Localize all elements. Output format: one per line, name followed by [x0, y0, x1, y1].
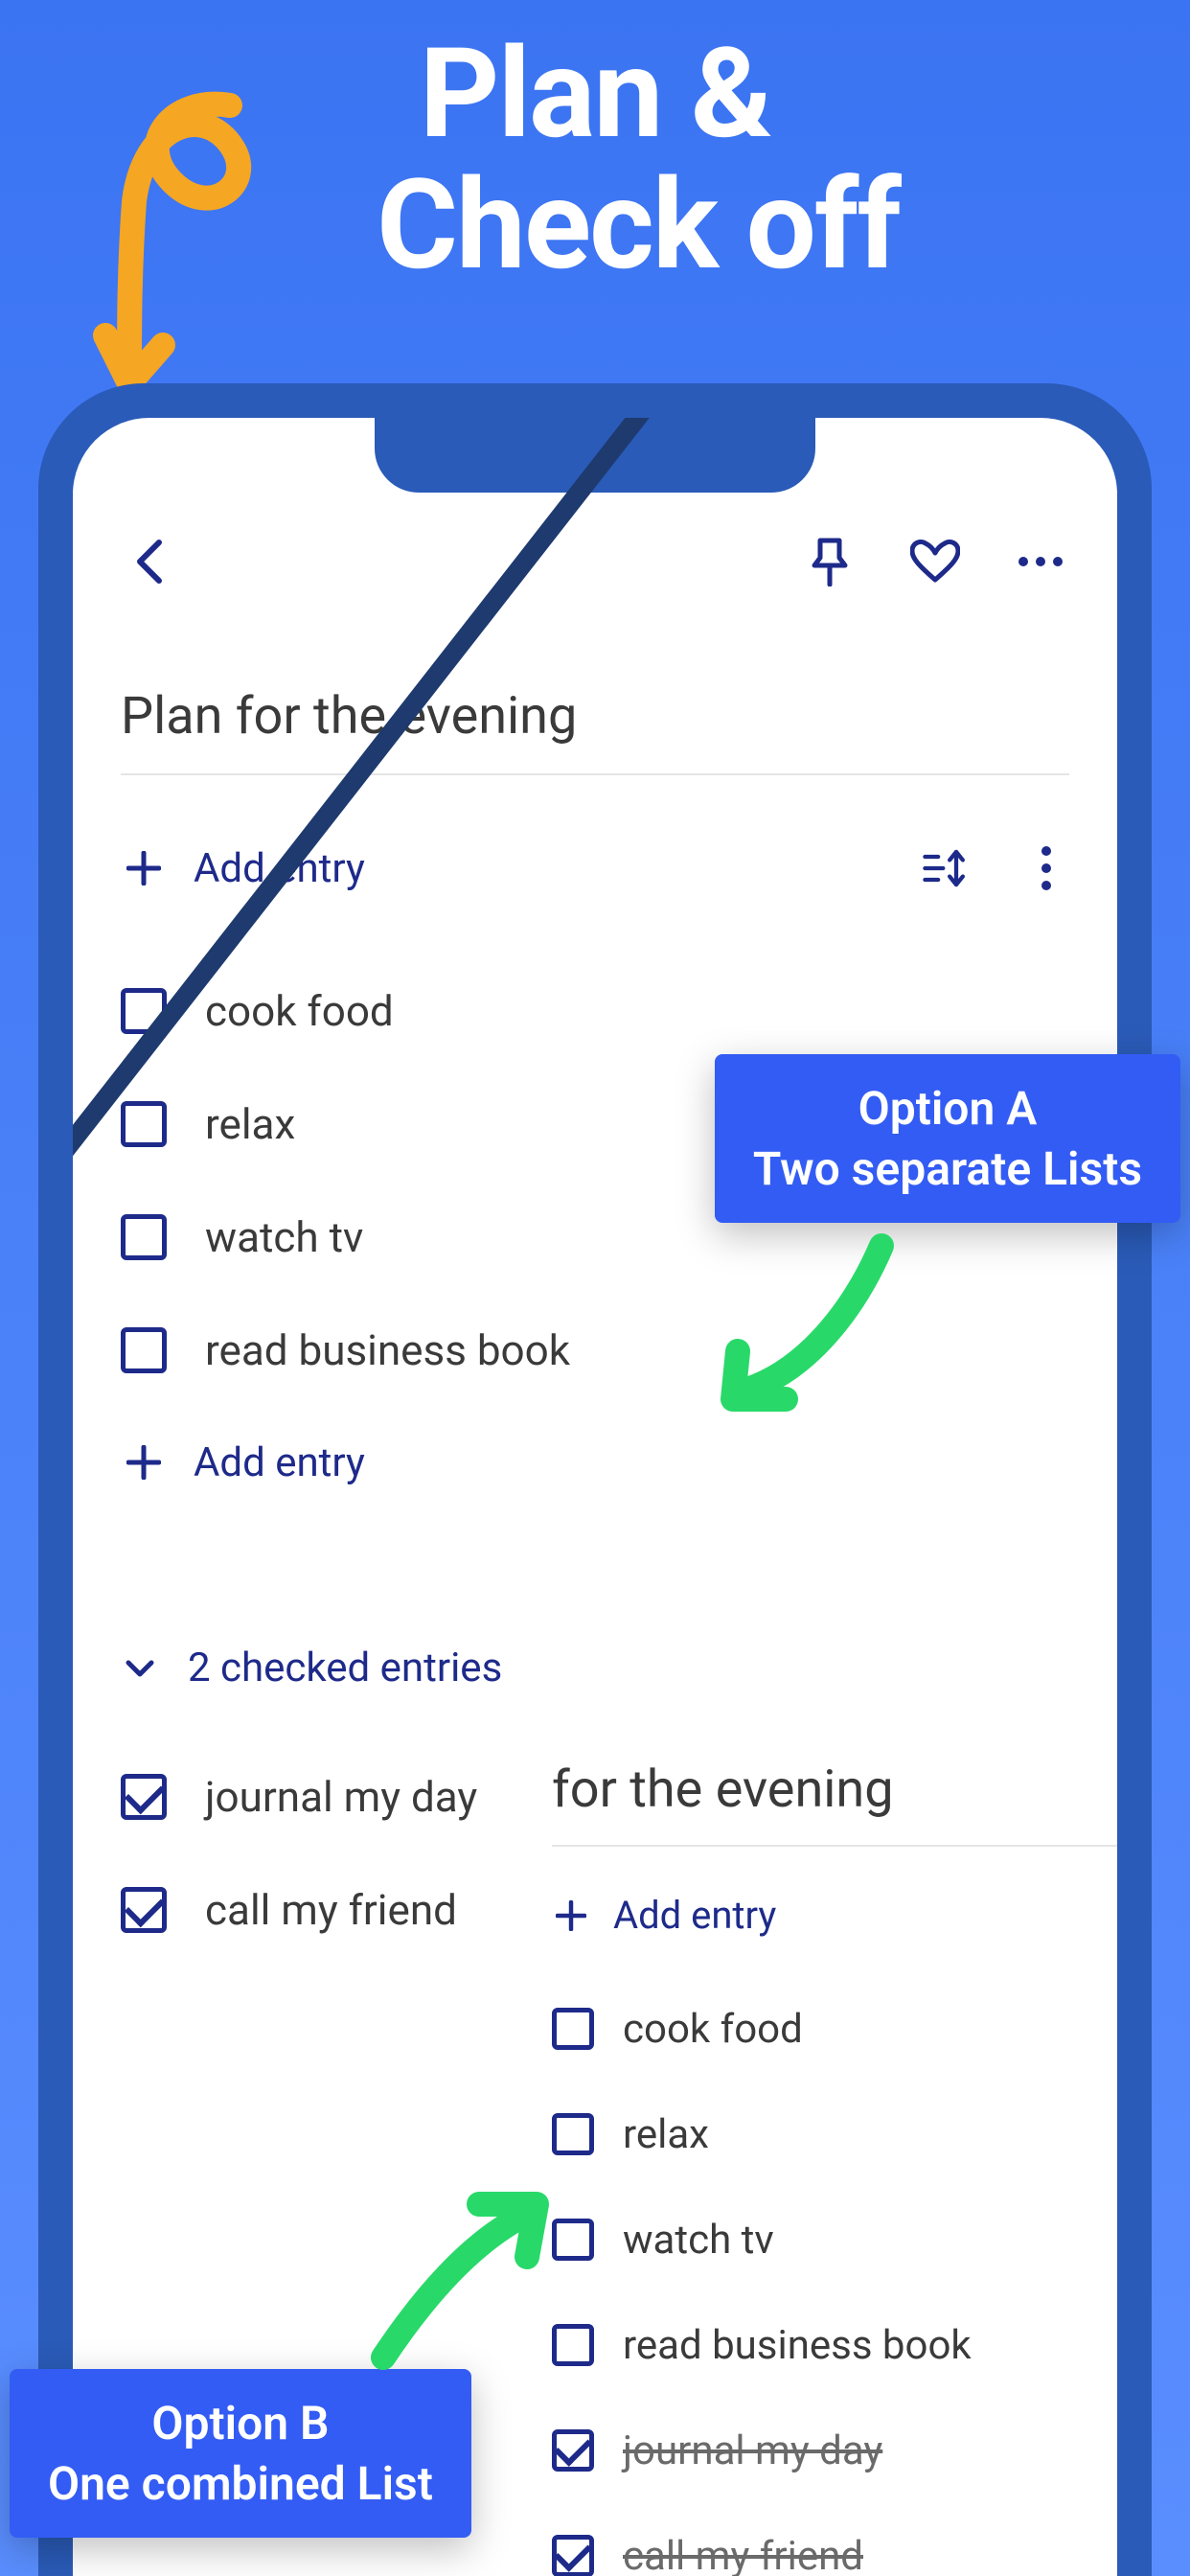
- more-button[interactable]: [1012, 533, 1069, 590]
- item-text: call my friend: [205, 1885, 457, 1935]
- option-a-line1: Option A: [753, 1081, 1142, 1136]
- back-button[interactable]: [121, 533, 178, 590]
- checkbox-icon[interactable]: [552, 2324, 594, 2366]
- option-a-line2: Two separate Lists: [753, 1141, 1142, 1196]
- hero-line-1: Plan &: [0, 29, 1190, 160]
- add-entry-row-b[interactable]: Add entry: [552, 1893, 1117, 1938]
- add-entry-label-b: Add entry: [613, 1893, 776, 1938]
- item-text: watch tv: [205, 1212, 363, 1262]
- item-text: journal my day: [205, 1772, 477, 1822]
- checkbox-checked-icon[interactable]: [552, 2429, 594, 2472]
- checked-entries-header[interactable]: 2 checked entries: [121, 1644, 502, 1691]
- sort-button[interactable]: [922, 845, 968, 891]
- checkbox-icon[interactable]: [121, 1214, 167, 1260]
- item-text: relax: [623, 2111, 709, 2158]
- item-text: watch tv: [623, 2217, 774, 2264]
- item-text: read business book: [205, 1325, 570, 1375]
- phone-frame: Plan for the evening Add entry: [38, 383, 1152, 2576]
- checkbox-icon[interactable]: [552, 2113, 594, 2155]
- add-entry-row-bottom[interactable]: Add entry: [121, 1424, 365, 1501]
- checkbox-checked-icon[interactable]: [121, 1774, 167, 1820]
- checked-header-text: 2 checked entries: [188, 1644, 502, 1691]
- list-more-button[interactable]: [1023, 845, 1069, 891]
- checkbox-icon[interactable]: [121, 1327, 167, 1373]
- hero-line-2: Check off: [0, 160, 1190, 291]
- page-title-wrap: Plan for the evening: [121, 686, 1069, 775]
- item-text: journal my day: [623, 2427, 882, 2474]
- checkbox-icon[interactable]: [552, 2008, 594, 2050]
- item-text: relax: [205, 1099, 295, 1149]
- plus-icon[interactable]: [121, 845, 167, 891]
- list-item[interactable]: relax: [552, 2082, 1117, 2187]
- plus-icon[interactable]: [552, 1897, 590, 1935]
- list-item[interactable]: read business book: [552, 2292, 1117, 2398]
- item-text: read business book: [623, 2322, 972, 2369]
- plus-icon[interactable]: [121, 1439, 167, 1485]
- pin-button[interactable]: [801, 533, 858, 590]
- item-text: call my friend: [623, 2533, 863, 2576]
- checkbox-checked-icon[interactable]: [121, 1887, 167, 1933]
- checkbox-icon[interactable]: [552, 2219, 594, 2261]
- checkbox-icon[interactable]: [121, 1101, 167, 1147]
- list-item[interactable]: call my friend: [552, 2503, 1117, 2576]
- heart-button[interactable]: [906, 533, 964, 590]
- list-item[interactable]: cook food: [121, 954, 1069, 1068]
- page-title-b[interactable]: for the evening: [552, 1760, 1117, 1847]
- item-text: cook food: [205, 986, 394, 1036]
- option-b-tag: Option B One combined List: [10, 2369, 471, 2538]
- list-item[interactable]: cook food: [552, 1976, 1117, 2082]
- toolbar: [73, 523, 1117, 600]
- phone-screen: Plan for the evening Add entry: [73, 418, 1117, 2576]
- chevron-down-icon: [121, 1649, 159, 1688]
- list-item[interactable]: journal my day: [552, 2398, 1117, 2503]
- hero-text: Plan & Check off: [0, 29, 1190, 290]
- add-entry-label: Add entry: [194, 1439, 365, 1486]
- checkbox-checked-icon[interactable]: [552, 2535, 594, 2576]
- option-b-line2: One combined List: [48, 2456, 433, 2511]
- list-item[interactable]: read business book: [121, 1294, 1069, 1407]
- option-a-tag: Option A Two separate Lists: [715, 1054, 1180, 1223]
- page-title[interactable]: Plan for the evening: [121, 686, 1069, 747]
- item-text: cook food: [623, 2006, 803, 2053]
- screen-b: for the evening Add entry cook food rela…: [552, 1760, 1117, 2576]
- option-b-line1: Option B: [48, 2396, 433, 2450]
- list-item[interactable]: watch tv: [552, 2187, 1117, 2292]
